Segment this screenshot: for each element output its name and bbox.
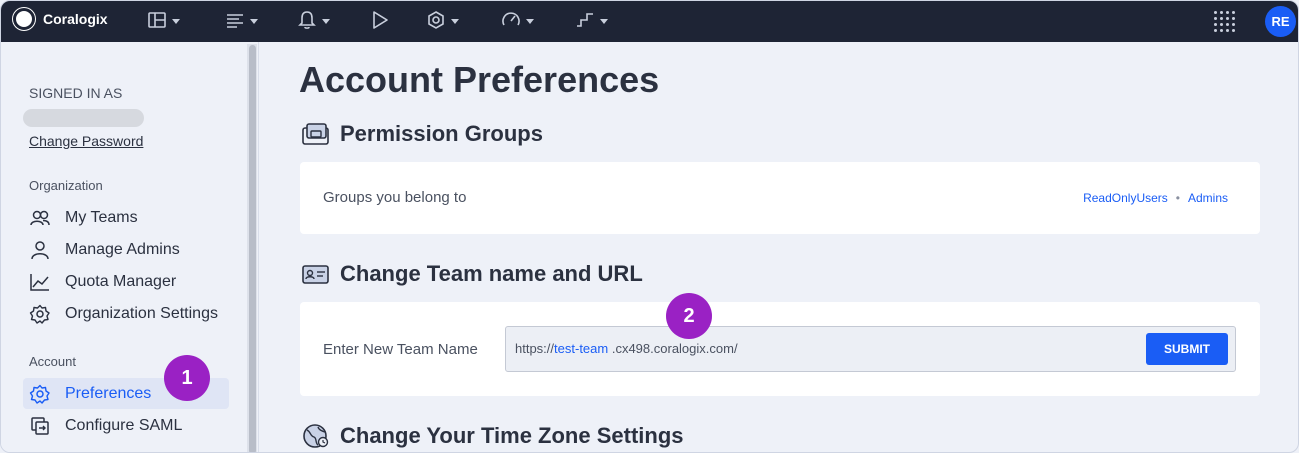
metrics-icon (502, 12, 520, 26)
team-name-card: Enter New Team Name https://test-team .c… (300, 302, 1260, 396)
sidebar-item-label: Preferences (65, 385, 152, 402)
chart-icon (30, 274, 49, 291)
sidebar-scrollbar-thumb[interactable] (249, 45, 256, 452)
organization-section-label: Organization (29, 178, 103, 193)
group-separator: • (1175, 191, 1180, 205)
timezone-heading: Change Your Time Zone Settings (301, 423, 684, 449)
group-list: ReadOnlyUsers • Admins (1083, 191, 1228, 205)
integrations-icon (428, 11, 444, 29)
groups-label: Groups you belong to (323, 189, 467, 206)
flow-icon (577, 13, 593, 27)
saml-icon (31, 417, 49, 435)
sidebar-item-label: My Teams (65, 209, 138, 226)
signed-in-label: SIGNED IN AS (29, 85, 123, 101)
alerts-icon (298, 11, 316, 29)
sidebar-item-quota-manager[interactable]: Quota Manager (29, 272, 176, 292)
submit-button[interactable]: SUBMIT (1146, 333, 1228, 365)
nav-metrics[interactable] (501, 10, 534, 30)
section-title: Change Team name and URL (340, 261, 643, 286)
apps-grid-icon[interactable] (1214, 11, 1235, 32)
sidebar-item-label: Manage Admins (65, 241, 180, 258)
teams-icon (30, 210, 50, 226)
group-link-admins[interactable]: Admins (1188, 191, 1228, 205)
gear-icon (29, 304, 50, 324)
team-url-field[interactable]: https://test-team .cx498.coralogix.com/ … (505, 326, 1236, 372)
app-window: Coralogix RE SIGNED IN AS Change Passwor… (0, 0, 1299, 453)
sidebar-item-label: Configure SAML (65, 417, 183, 434)
globe-clock-icon (303, 424, 329, 448)
signed-in-username-redacted (23, 109, 144, 127)
chevron-down-icon (451, 18, 459, 24)
step-marker-1: 1 (164, 355, 210, 401)
sidebar-item-preferences[interactable]: Preferences (29, 384, 151, 404)
chevron-down-icon (526, 18, 534, 24)
user-icon (31, 241, 49, 260)
chevron-down-icon (600, 18, 608, 24)
nav-alerts[interactable] (297, 10, 330, 30)
id-card-icon (302, 265, 329, 284)
play-icon (373, 11, 388, 29)
url-prefix: https:// (515, 341, 555, 356)
permission-groups-card: Groups you belong to ReadOnlyUsers • Adm… (300, 162, 1260, 234)
step-marker-2: 2 (666, 293, 712, 339)
dashboard-icon (148, 12, 166, 28)
logs-icon (227, 14, 243, 28)
team-name-label: Enter New Team Name (323, 341, 478, 358)
account-section-label: Account (29, 354, 76, 369)
brand-name: Coralogix (43, 11, 108, 27)
sidebar-item-my-teams[interactable]: My Teams (29, 208, 138, 228)
chevron-down-icon (250, 18, 258, 24)
permission-groups-heading: Permission Groups (301, 121, 543, 147)
permission-groups-icon (302, 123, 329, 145)
chevron-down-icon (322, 18, 330, 24)
url-suffix: .cx498.coralogix.com/ (611, 341, 738, 356)
section-title: Permission Groups (340, 121, 543, 146)
sidebar-item-label: Organization Settings (65, 305, 218, 322)
coralogix-logo-icon (13, 8, 35, 30)
nav-flow[interactable] (575, 10, 608, 30)
sidebar-item-label: Quota Manager (65, 273, 177, 290)
nav-dashboards[interactable] (147, 10, 180, 30)
top-navbar: Coralogix RE (1, 1, 1298, 42)
sidebar-item-manage-admins[interactable]: Manage Admins (29, 240, 180, 260)
group-link-readonlyusers[interactable]: ReadOnlyUsers (1083, 191, 1168, 205)
user-avatar[interactable]: RE (1265, 6, 1296, 37)
team-name-heading: Change Team name and URL (301, 261, 643, 287)
url-team-input[interactable]: test-team (554, 341, 608, 356)
chevron-down-icon (172, 18, 180, 24)
sidebar-item-configure-saml[interactable]: Configure SAML (29, 416, 182, 436)
change-password-link[interactable]: Change Password (29, 133, 143, 149)
gear-icon (29, 384, 50, 404)
section-title: Change Your Time Zone Settings (340, 423, 684, 448)
nav-live-tail[interactable] (370, 10, 390, 30)
team-url-value: https://test-team .cx498.coralogix.com/ (515, 341, 738, 356)
nav-integrations[interactable] (426, 10, 459, 30)
page-title: Account Preferences (299, 59, 660, 100)
brand-logo[interactable]: Coralogix (13, 8, 108, 30)
sidebar-item-organization-settings[interactable]: Organization Settings (29, 304, 218, 324)
nav-logs[interactable] (225, 10, 258, 30)
